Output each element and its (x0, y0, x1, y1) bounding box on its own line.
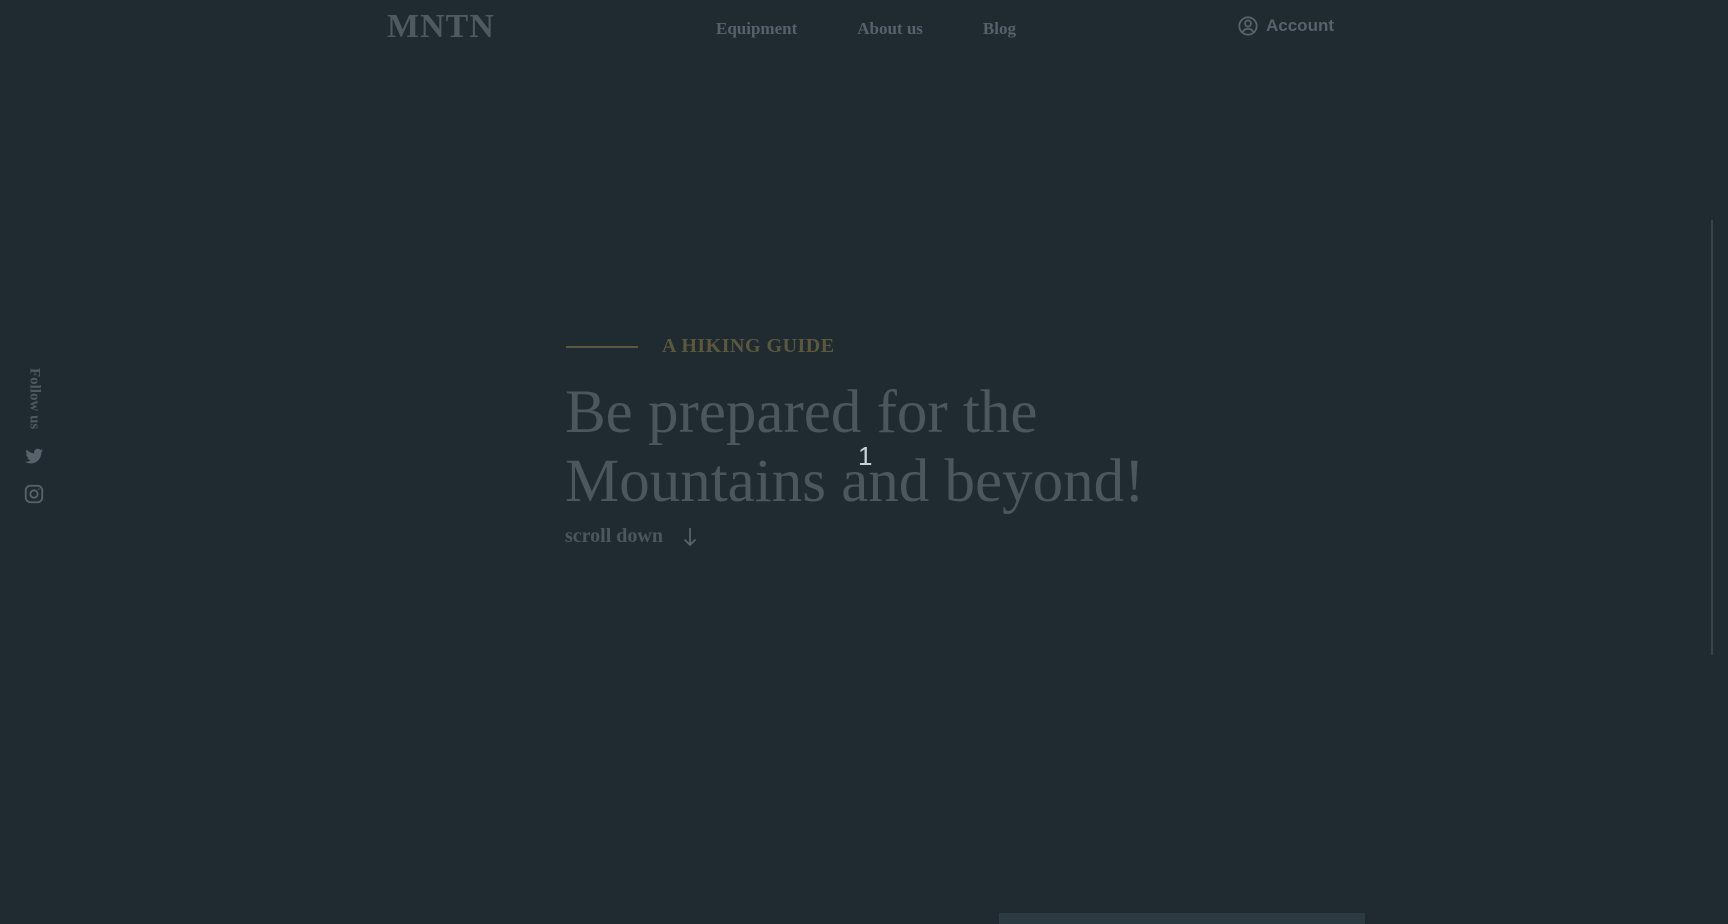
nav-item-about-us[interactable]: About us (857, 19, 923, 39)
instagram-link[interactable] (23, 483, 45, 505)
account-label: Account (1266, 16, 1334, 35)
bottom-panel (999, 913, 1365, 924)
instagram-icon (23, 483, 45, 505)
scroll-down-link[interactable]: scroll down (565, 525, 699, 548)
account-link[interactable]: Account (1238, 16, 1334, 36)
nav-item-blog[interactable]: Blog (983, 19, 1016, 39)
main-navigation: Equipment About us Blog (716, 19, 1016, 39)
slide-number: 1 (858, 441, 873, 471)
hero-title-line-2: Mountains and beyond! (565, 448, 1145, 515)
twitter-icon (23, 445, 45, 467)
follow-us-label: Follow us (26, 368, 43, 430)
site-logo[interactable]: MNTN (387, 8, 495, 46)
hero-title: Be prepared for the Mountains and beyond… (565, 378, 1144, 516)
scroll-down-label: scroll down (565, 525, 663, 547)
hero-kicker: A HIKING GUIDE (566, 335, 835, 358)
hero-title-line-1: Be prepared for the (565, 379, 1038, 446)
arrow-down-icon (681, 526, 699, 548)
kicker-line (566, 345, 638, 348)
nav-item-equipment[interactable]: Equipment (716, 19, 797, 39)
account-icon (1238, 16, 1258, 36)
kicker-text: A HIKING GUIDE (662, 335, 835, 357)
scroll-progress-line (1711, 220, 1713, 655)
twitter-link[interactable] (23, 445, 45, 467)
